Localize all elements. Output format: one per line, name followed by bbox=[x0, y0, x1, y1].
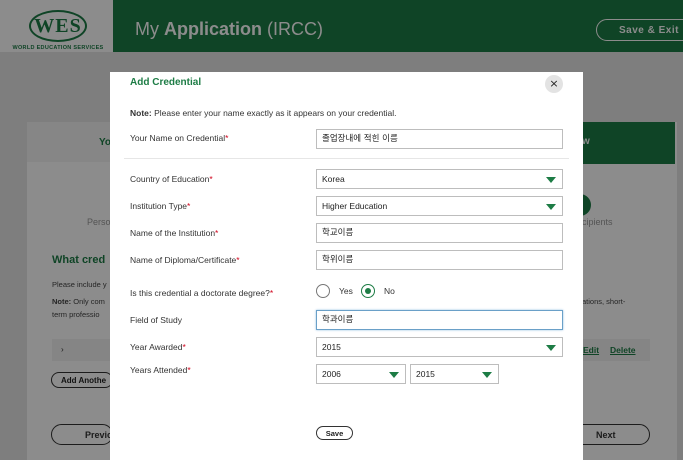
institution-name-input[interactable]: 학교이름 bbox=[316, 223, 563, 243]
years-attended-to-select[interactable]: 2015 bbox=[410, 364, 499, 384]
modal-title: Add Credential bbox=[130, 77, 202, 88]
diploma-label: Name of Diploma/Certificate* bbox=[130, 255, 240, 265]
doctorate-yes-radio[interactable] bbox=[316, 284, 330, 298]
year-awarded-label: Year Awarded* bbox=[130, 342, 186, 352]
chevron-down-icon bbox=[546, 177, 556, 183]
chevron-down-icon bbox=[482, 372, 492, 378]
diploma-input[interactable]: 학위이름 bbox=[316, 250, 563, 270]
save-button[interactable]: Save bbox=[316, 426, 353, 440]
chevron-down-icon bbox=[546, 204, 556, 210]
doctorate-no-label: No bbox=[384, 286, 395, 296]
institution-type-select[interactable]: Higher Education bbox=[316, 196, 563, 216]
doctorate-no-radio[interactable] bbox=[361, 284, 375, 298]
year-awarded-select[interactable]: 2015 bbox=[316, 337, 563, 357]
add-credential-modal: Add Credential × Note: Please enter your… bbox=[110, 72, 583, 460]
country-select[interactable]: Korea bbox=[316, 169, 563, 189]
chevron-down-icon bbox=[389, 372, 399, 378]
close-icon[interactable]: × bbox=[545, 75, 563, 93]
doctorate-yes-label: Yes bbox=[339, 286, 353, 296]
field-of-study-input[interactable]: 학과이름 bbox=[316, 310, 563, 330]
field-of-study-label: Field of Study bbox=[130, 315, 182, 325]
years-attended-from-select[interactable]: 2006 bbox=[316, 364, 406, 384]
modal-divider bbox=[124, 158, 569, 159]
institution-type-label: Institution Type* bbox=[130, 201, 191, 211]
institution-name-label: Name of the Institution* bbox=[130, 228, 219, 238]
name-on-credential-label: Your Name on Credential* bbox=[130, 133, 229, 143]
years-attended-label: Years Attended* bbox=[130, 365, 191, 375]
chevron-down-icon bbox=[546, 345, 556, 351]
country-label: Country of Education* bbox=[130, 174, 213, 184]
name-on-credential-input[interactable]: 졸업장내에 적힌 이름 bbox=[316, 129, 563, 149]
doctorate-question-label: Is this credential a doctorate degree?* bbox=[130, 288, 274, 298]
modal-note: Note: Please enter your name exactly as … bbox=[130, 108, 397, 118]
